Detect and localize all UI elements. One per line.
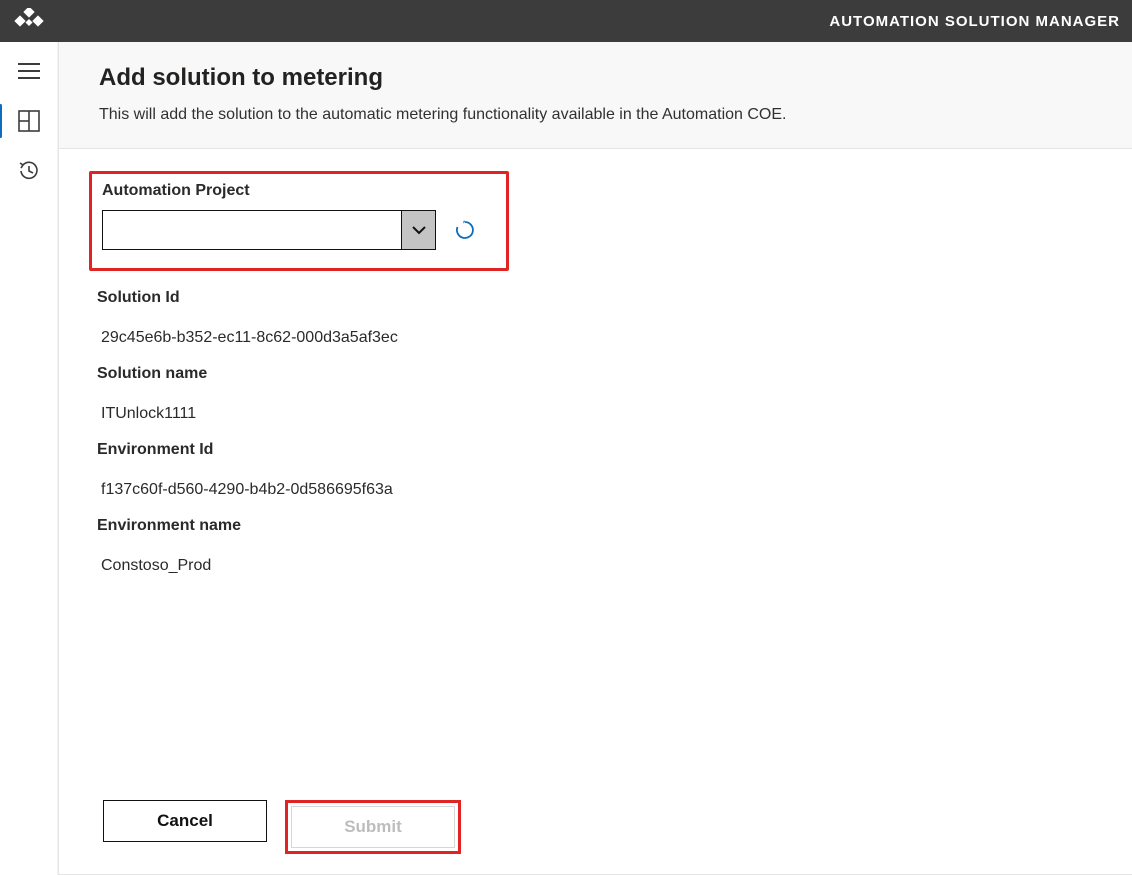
solution-id-label: Solution Id bbox=[97, 289, 1102, 307]
sidebar bbox=[0, 42, 58, 875]
sidebar-item-board[interactable] bbox=[0, 98, 57, 144]
app-header: AUTOMATION SOLUTION MANAGER bbox=[0, 0, 1132, 42]
environment-id-value: f137c60f-d560-4290-b4b2-0d586695f63a bbox=[97, 481, 1102, 499]
environment-name-label: Environment name bbox=[97, 517, 1102, 535]
page-description: This will add the solution to the automa… bbox=[99, 106, 1092, 124]
automation-project-combobox[interactable] bbox=[102, 210, 436, 250]
hamburger-menu-icon[interactable] bbox=[0, 48, 57, 94]
automation-project-label: Automation Project bbox=[102, 182, 496, 200]
solution-id-block: Solution Id 29c45e6b-b352-ec11-8c62-000d… bbox=[89, 289, 1102, 347]
solution-id-value: 29c45e6b-b352-ec11-8c62-000d3a5af3ec bbox=[97, 329, 1102, 347]
app-logo-icon bbox=[12, 8, 46, 34]
automation-project-section: Automation Project bbox=[89, 171, 509, 271]
environment-id-block: Environment Id f137c60f-d560-4290-b4b2-0… bbox=[89, 441, 1102, 499]
automation-project-input[interactable] bbox=[103, 211, 401, 249]
page-title: Add solution to metering bbox=[99, 64, 1092, 92]
solution-name-label: Solution name bbox=[97, 365, 1102, 383]
submit-highlight: Submit bbox=[285, 800, 461, 854]
solution-name-value: ITUnlock1111 bbox=[97, 405, 1102, 423]
cancel-button[interactable]: Cancel bbox=[103, 800, 267, 842]
chevron-down-icon[interactable] bbox=[401, 211, 435, 249]
form-actions: Cancel Submit bbox=[89, 800, 475, 874]
solution-name-block: Solution name ITUnlock1111 bbox=[89, 365, 1102, 423]
environment-name-block: Environment name Constoso_Prod bbox=[89, 517, 1102, 575]
sidebar-item-history[interactable] bbox=[0, 148, 57, 194]
refresh-icon[interactable] bbox=[454, 219, 476, 241]
submit-button[interactable]: Submit bbox=[291, 806, 455, 848]
app-title: AUTOMATION SOLUTION MANAGER bbox=[829, 13, 1120, 30]
environment-name-value: Constoso_Prod bbox=[97, 557, 1102, 575]
main-panel: Add solution to metering This will add t… bbox=[58, 42, 1132, 875]
page-header: Add solution to metering This will add t… bbox=[59, 42, 1132, 149]
form-area: Automation Project Solution Id 29c45e6b- bbox=[59, 149, 1132, 874]
environment-id-label: Environment Id bbox=[97, 441, 1102, 459]
